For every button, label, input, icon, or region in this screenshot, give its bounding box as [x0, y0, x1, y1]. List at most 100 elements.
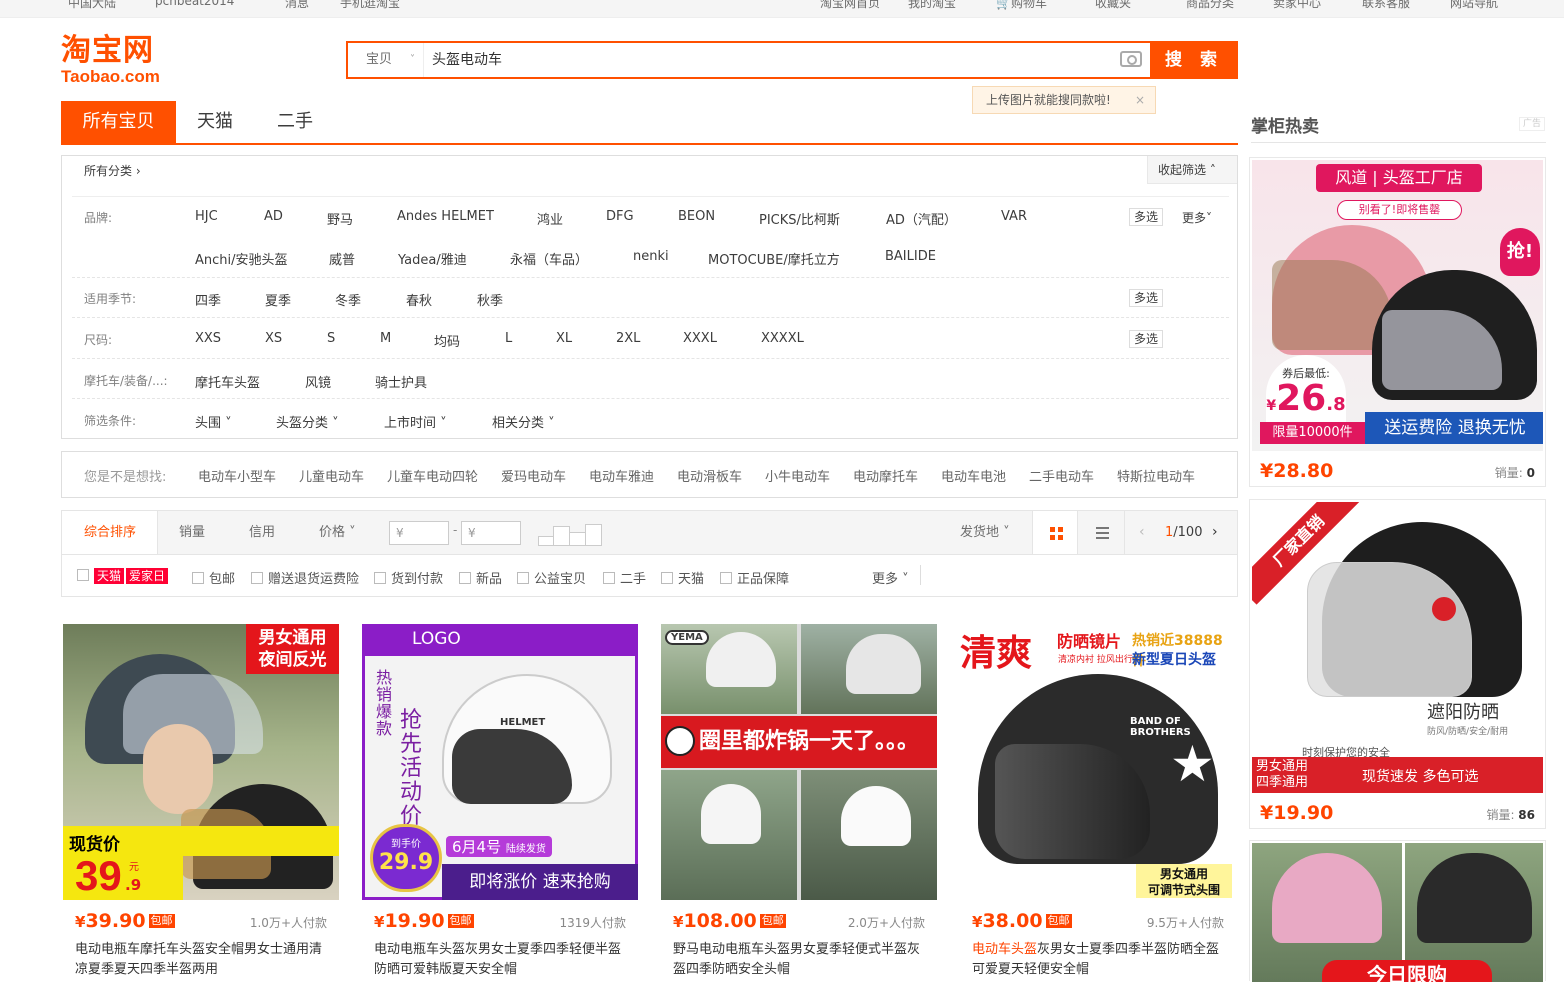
price-histogram-icon[interactable]	[538, 522, 605, 546]
size-value[interactable]: XS	[265, 331, 282, 346]
price-max-input[interactable]: ¥	[461, 521, 521, 545]
site-nav-link[interactable]: 网站导航	[1450, 0, 1498, 11]
prev-page-icon[interactable]: ‹	[1139, 524, 1145, 540]
size-value[interactable]: S	[327, 331, 335, 346]
collapse-filter-button[interactable]: 收起筛选 ˄	[1147, 156, 1237, 184]
brand-value[interactable]: MOTOCUBE/摩托立方	[708, 249, 840, 268]
cod-option[interactable]: 货到付款	[374, 568, 443, 587]
my-taobao-link[interactable]: 我的淘宝	[908, 0, 956, 11]
checkbox[interactable]	[720, 572, 732, 584]
related-link[interactable]: 特斯拉电动车	[1117, 466, 1195, 485]
checkbox[interactable]	[374, 572, 386, 584]
related-link[interactable]: 爱玛电动车	[501, 466, 566, 485]
sidebar-product[interactable]: 厂家直销 遮阳防晒 防风/防晒/安全/耐用 时刻保护您的安全 男女通用 四季通用 …	[1249, 499, 1546, 829]
next-page-icon[interactable]: ›	[1212, 524, 1218, 540]
favorites-link[interactable]: 收藏夹	[1095, 0, 1131, 11]
season-value[interactable]: 夏季	[265, 290, 291, 309]
customer-service-link[interactable]: 联系客服	[1362, 0, 1410, 11]
related-link[interactable]: 电动车小型车	[198, 466, 276, 485]
product-title[interactable]: 电动电瓶车摩托车头盔安全帽男女士通用清凉夏季夏天四季半盔两用	[75, 940, 331, 980]
size-value[interactable]: M	[380, 331, 391, 346]
categories-link[interactable]: 商品分类	[1186, 0, 1234, 11]
brand-value[interactable]: Yadea/雅迪	[398, 249, 467, 268]
home-link[interactable]: 淘宝网首页	[820, 0, 880, 11]
size-value[interactable]: XXS	[195, 331, 221, 346]
checkbox[interactable]	[517, 572, 529, 584]
product-card[interactable]: 清爽 防晒镜片 热销近38888件 清凉内衬 拉风出行 新型夏日头盔 BAND …	[960, 624, 1236, 984]
brand-value[interactable]: 鸿业	[537, 209, 563, 228]
season-value[interactable]: 春秋	[406, 290, 432, 309]
size-value[interactable]: 2XL	[616, 331, 640, 346]
product-image[interactable]: LOGO 热销爆款 抢先活动价 HELMET 到手价 29.9 6月4号 陆续发…	[362, 624, 638, 900]
brand-value[interactable]: nenki	[633, 249, 669, 264]
related-link[interactable]: 电动车电池	[941, 466, 1006, 485]
checkbox[interactable]	[603, 572, 615, 584]
sort-price[interactable]: 价格 ˅	[319, 511, 356, 554]
cart-link[interactable]: 🛒购物车	[996, 0, 1047, 11]
genuine-option[interactable]: 正品保障	[720, 568, 789, 587]
region-link[interactable]: 中国大陆	[68, 0, 116, 11]
size-multiselect-button[interactable]: 多选	[1129, 330, 1163, 348]
sort-default[interactable]: 综合排序	[62, 511, 158, 554]
related-link[interactable]: 电动摩托车	[853, 466, 918, 485]
brand-value[interactable]: BAILIDE	[885, 249, 936, 264]
moto-value[interactable]: 骑士护具	[375, 372, 427, 391]
sidebar-product-image[interactable]: 厂家直销 遮阳防晒 防风/防晒/安全/耐用 时刻保护您的安全 男女通用 四季通用 …	[1252, 502, 1543, 793]
return-insurance-option[interactable]: 赠送退货运费险	[251, 568, 359, 587]
related-link[interactable]: 二手电动车	[1029, 466, 1094, 485]
secondhand-option[interactable]: 二手	[603, 568, 646, 587]
brand-value[interactable]: VAR	[1001, 209, 1027, 224]
search-button[interactable]: 搜 索	[1150, 41, 1238, 79]
related-link[interactable]: 儿童车电动四轮	[387, 466, 478, 485]
brand-value[interactable]: 永福（车品）	[510, 249, 588, 268]
brand-value[interactable]: HJC	[195, 209, 218, 224]
product-image[interactable]: 男女通用 夜间反光 现货价 39 .9 元	[63, 624, 339, 900]
related-link[interactable]: 小牛电动车	[765, 466, 830, 485]
sidebar-product-image[interactable]: 风道 | 头盔工厂店 别看了!即将售罄 抢! 券后最低: ¥26.8 限量100…	[1252, 160, 1543, 451]
taobao-logo[interactable]: 淘宝网 Taobao.com	[61, 34, 181, 88]
checkbox[interactable]	[251, 572, 263, 584]
brand-value[interactable]: DFG	[606, 209, 634, 224]
size-value[interactable]: 均码	[434, 331, 460, 350]
related-link[interactable]: 儿童电动车	[299, 466, 364, 485]
new-option[interactable]: 新品	[459, 568, 502, 587]
tmall-option[interactable]: 天猫	[661, 568, 704, 587]
brand-more-button[interactable]: 更多˅	[1182, 209, 1212, 226]
related-link[interactable]: 电动滑板车	[677, 466, 742, 485]
product-title[interactable]: 电动电瓶车头盔灰男女士夏季四季轻便半盔防晒可爱韩版夏天安全帽	[374, 940, 630, 980]
moto-value[interactable]: 风镜	[305, 372, 331, 391]
checkbox[interactable]	[459, 572, 471, 584]
brand-value[interactable]: Andes HELMET	[397, 209, 494, 224]
product-card[interactable]: LOGO 热销爆款 抢先活动价 HELMET 到手价 29.9 6月4号 陆续发…	[362, 624, 638, 984]
product-image[interactable]: YEMA 圈里都炸锅一天了。。。	[661, 624, 937, 900]
brand-value[interactable]: 威普	[329, 249, 355, 268]
checkbox[interactable]	[192, 572, 204, 584]
condition-dropdown[interactable]: 头盔分类 ˅	[276, 412, 339, 431]
free-shipping-option[interactable]: 包邮	[192, 568, 235, 587]
size-value[interactable]: XL	[556, 331, 572, 346]
sidebar-product-image[interactable]: 今日限购	[1252, 843, 1543, 982]
season-value[interactable]: 四季	[195, 290, 221, 309]
search-category-select[interactable]: 宝贝 ˅	[348, 43, 424, 77]
username-link[interactable]: pcnbeat2014	[155, 0, 234, 8]
sidebar-product[interactable]: 风道 | 头盔工厂店 别看了!即将售罄 抢! 券后最低: ¥26.8 限量100…	[1249, 157, 1546, 487]
all-categories-link[interactable]: 所有分类 ›	[84, 162, 141, 180]
related-link[interactable]: 电动车雅迪	[589, 466, 654, 485]
season-multiselect-button[interactable]: 多选	[1129, 289, 1163, 307]
list-view-icon[interactable]	[1079, 511, 1125, 554]
brand-value[interactable]: AD（汽配）	[886, 209, 957, 228]
product-card[interactable]: YEMA 圈里都炸锅一天了。。。 ¥108.00 包邮 2.0万+人付款 野马电动…	[661, 624, 937, 984]
tab-secondhand[interactable]: 二手	[256, 101, 334, 143]
brand-value[interactable]: AD	[264, 209, 283, 224]
tmall-aijia-option[interactable]: 天猫 爱家日	[77, 568, 170, 584]
product-title[interactable]: 野马电动电瓶车头盔男女夏季轻便式半盔灰盔四季防晒安全头帽	[673, 940, 929, 980]
charity-option[interactable]: 公益宝贝	[517, 568, 586, 587]
brand-value[interactable]: 野马	[327, 209, 353, 228]
product-card[interactable]: 男女通用 夜间反光 现货价 39 .9 元 ¥39.90 包邮 1.0万+人付款 电…	[63, 624, 339, 984]
price-min-input[interactable]: ¥	[389, 521, 449, 545]
messages-link[interactable]: 消息	[285, 0, 309, 11]
condition-dropdown[interactable]: 头围 ˅	[195, 412, 232, 431]
size-value[interactable]: XXXL	[683, 331, 717, 346]
sidebar-product[interactable]: 今日限购	[1249, 840, 1546, 982]
brand-value[interactable]: BEON	[678, 209, 715, 224]
